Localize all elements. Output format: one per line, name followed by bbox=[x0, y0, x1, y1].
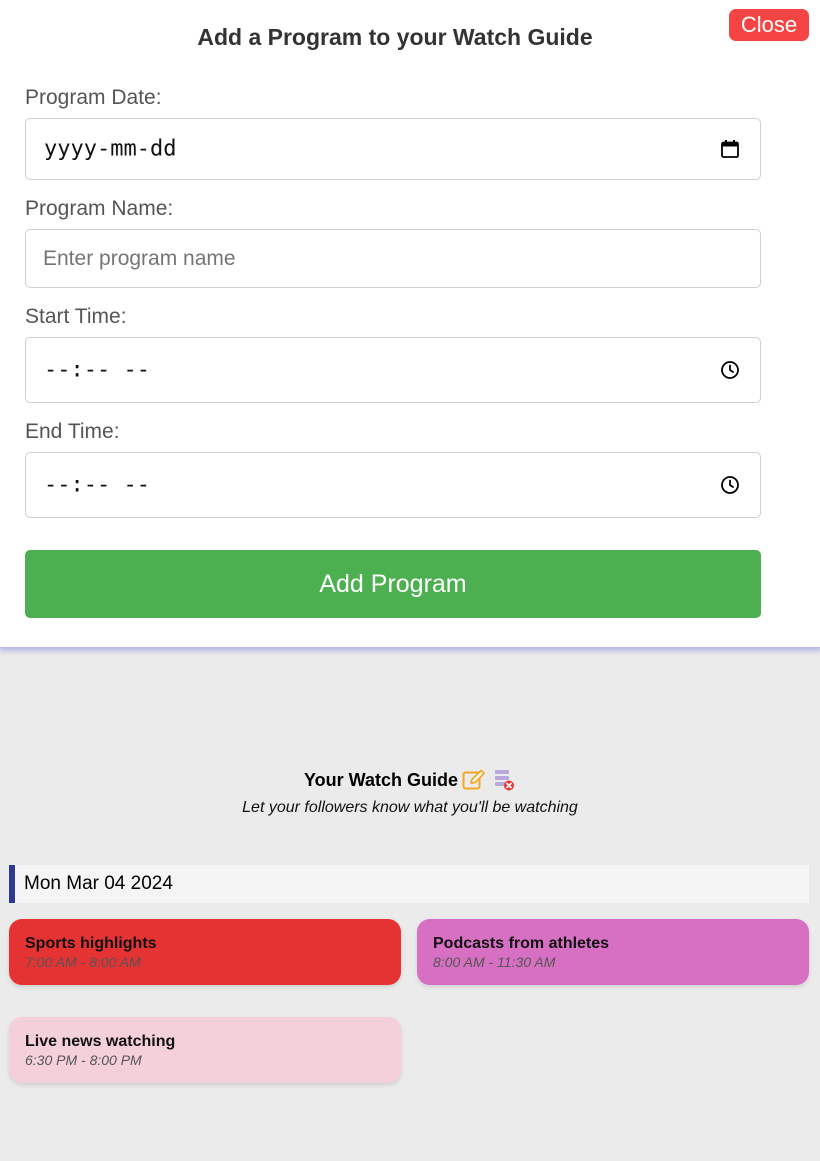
watch-guide-title: Your Watch Guide bbox=[303, 769, 458, 790]
program-date-value: yyyy-mm-dd bbox=[44, 136, 177, 162]
program-name: Podcasts from athletes bbox=[433, 935, 610, 952]
start-time-input[interactable]: --:-- -- bbox=[25, 337, 761, 403]
add-program-button[interactable]: Add Program bbox=[25, 550, 761, 618]
end-time-label: End Time: bbox=[25, 420, 120, 443]
add-program-modal: Close Add a Program to your Watch Guide … bbox=[0, 0, 820, 648]
watch-guide-subtitle: Let your followers know what you'll be w… bbox=[242, 799, 578, 816]
start-time-label: Start Time: bbox=[25, 305, 127, 328]
clock-icon[interactable] bbox=[720, 475, 740, 495]
date-heading-text: Mon Mar 04 2024 bbox=[24, 873, 173, 894]
program-name-placeholder: Enter program name bbox=[43, 246, 236, 270]
start-time-value: --:-- -- bbox=[44, 357, 150, 383]
program-card[interactable]: Live news watching 6:30 PM - 8:00 PM bbox=[9, 1017, 401, 1083]
program-name: Live news watching bbox=[25, 1033, 176, 1050]
delete-list-icon[interactable] bbox=[490, 768, 516, 792]
program-card[interactable]: Podcasts from athletes 8:00 AM - 11:30 A… bbox=[417, 919, 809, 985]
calendar-icon[interactable] bbox=[720, 139, 740, 159]
program-name: Sports highlights bbox=[25, 935, 157, 952]
end-time-input[interactable]: --:-- -- bbox=[25, 452, 761, 518]
watch-guide-header: Your Watch Guide Let your followers know… bbox=[0, 768, 820, 817]
program-date-label: Program Date: bbox=[25, 86, 162, 109]
program-time: 8:00 AM - 11:30 AM bbox=[433, 954, 556, 970]
program-name-label: Program Name: bbox=[25, 197, 174, 220]
program-name-input[interactable]: Enter program name bbox=[25, 229, 761, 288]
program-time: 7:00 AM - 8:00 AM bbox=[25, 954, 141, 970]
clock-icon[interactable] bbox=[720, 360, 740, 380]
edit-icon[interactable] bbox=[462, 769, 486, 791]
program-time: 6:30 PM - 8:00 PM bbox=[25, 1052, 142, 1068]
modal-title: Add a Program to your Watch Guide bbox=[197, 24, 593, 50]
program-date-input[interactable]: yyyy-mm-dd bbox=[25, 118, 761, 180]
program-card[interactable]: Sports highlights 7:00 AM - 8:00 AM bbox=[9, 919, 401, 985]
date-heading: Mon Mar 04 2024 bbox=[9, 865, 809, 903]
end-time-value: --:-- -- bbox=[44, 472, 150, 498]
